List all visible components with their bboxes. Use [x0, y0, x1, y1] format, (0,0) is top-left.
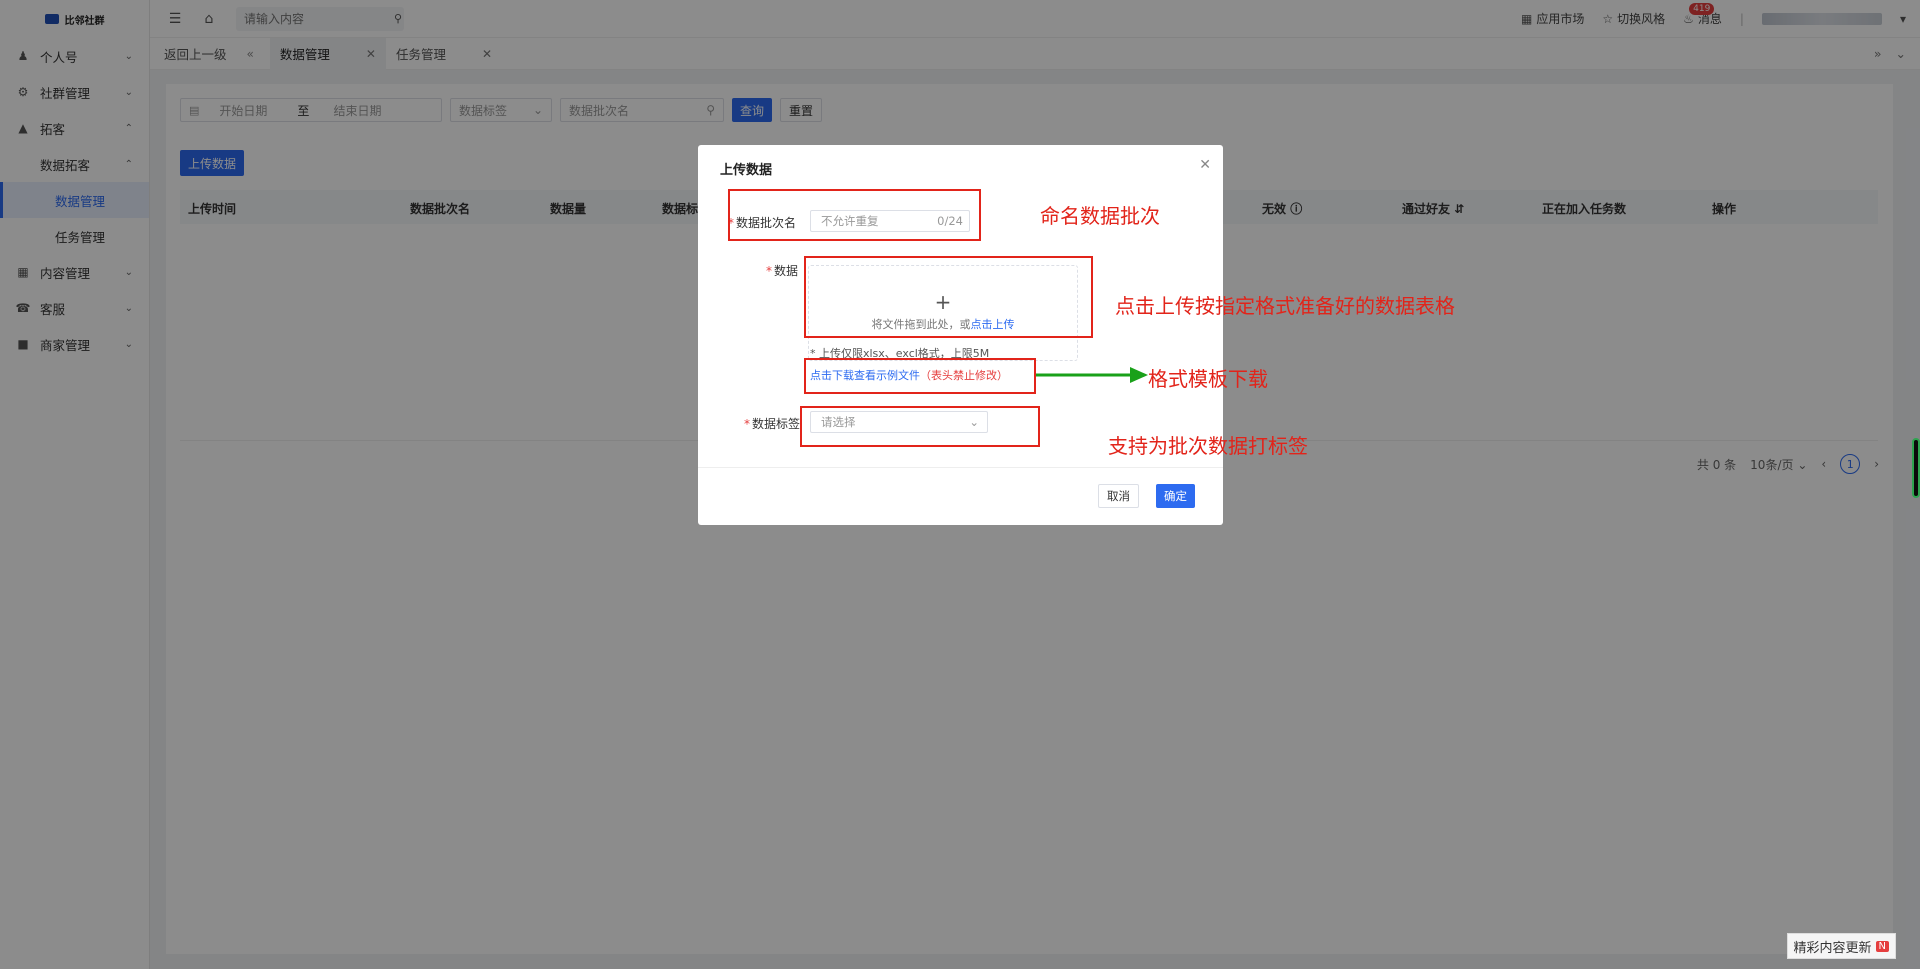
scrollbar-thumb[interactable]	[1912, 438, 1920, 498]
cancel-button[interactable]: 取消	[1098, 484, 1139, 508]
annotation-name-batch: 命名数据批次	[1040, 204, 1160, 228]
green-arrow-icon	[1036, 367, 1148, 383]
data-tag-label: * 数据标签	[744, 417, 801, 431]
annotation-template-download: 格式模板下载	[1148, 367, 1268, 391]
confirm-button[interactable]: 确定	[1156, 484, 1195, 508]
annotation-tag-support: 支持为批次数据打标签	[1108, 434, 1308, 458]
annotation-upload-hint: 点击上传按指定格式准备好的数据表格	[1115, 294, 1455, 318]
annotation-box-download	[804, 358, 1036, 394]
watermark-badge: 精彩内容更新 N	[1786, 933, 1896, 959]
annotation-box-tag	[800, 406, 1040, 447]
close-icon[interactable]: ✕	[1199, 157, 1211, 173]
annotation-box-upload	[804, 256, 1093, 338]
data-label: * 数据	[766, 264, 799, 278]
dialog-footer-divider	[698, 467, 1223, 468]
dialog-title: 上传数据	[720, 163, 773, 178]
annotation-box-batch-name	[728, 189, 981, 241]
